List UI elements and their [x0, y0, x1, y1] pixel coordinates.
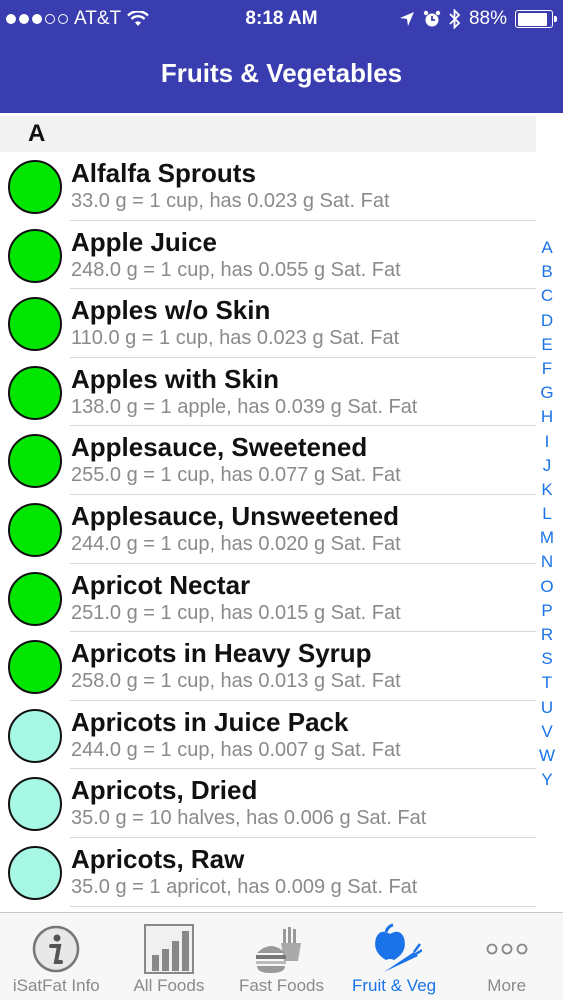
food-detail: 110.0 g = 1 cup, has 0.023 g Sat. Fat	[71, 327, 400, 350]
food-name: Apricot Nectar	[71, 569, 251, 600]
sat-fat-indicator-icon	[8, 434, 62, 489]
sat-fat-indicator-icon	[8, 228, 62, 283]
food-detail: 33.0 g = 1 cup, has 0.023 g Sat. Fat	[71, 190, 390, 212]
battery-percent: 88%	[468, 8, 507, 29]
food-name: Apricots in Heavy Syrup	[71, 638, 372, 669]
index-letter[interactable]: F	[542, 357, 552, 381]
tab-label: iSatFat Info	[12, 976, 100, 995]
tab-all-foods[interactable]: All Foods	[113, 913, 226, 1000]
food-name: Apricots in Juice Pack	[71, 706, 349, 737]
list-item[interactable]: Apples w/o Skin 110.0 g = 1 cup, has 0.02…	[0, 289, 536, 358]
list-item[interactable]: Apricots in Juice Pack 244.0 g = 1 cup, h…	[0, 701, 536, 770]
index-letter[interactable]: O	[540, 575, 553, 599]
index-letter[interactable]: E	[541, 333, 552, 357]
bar-chart-icon	[143, 924, 194, 974]
sat-fat-indicator-icon	[8, 297, 62, 352]
index-letter[interactable]: D	[541, 309, 553, 333]
sat-fat-indicator-icon	[8, 365, 62, 420]
index-letter[interactable]: T	[542, 671, 552, 695]
index-letter[interactable]: M	[540, 526, 554, 550]
list-item[interactable]: Apricots, Raw 35.0 g = 1 apricot, has 0.0…	[0, 838, 536, 907]
sat-fat-indicator-icon	[8, 160, 62, 214]
index-letter[interactable]: A	[541, 236, 552, 260]
food-list: Alfalfa Sprouts 33.0 g = 1 cup, has 0.023…	[0, 152, 536, 907]
alarm-clock-icon	[423, 10, 441, 27]
index-letter[interactable]: C	[541, 284, 553, 308]
food-name: Applesauce, Sweetened	[71, 432, 368, 463]
tab-label: More	[487, 976, 527, 995]
location-arrow-icon	[399, 12, 414, 26]
index-letter[interactable]: B	[541, 260, 552, 284]
index-letter[interactable]: W	[539, 744, 555, 768]
index-letter[interactable]: Y	[541, 768, 552, 792]
list-item[interactable]: Apple Juice 248.0 g = 1 cup, has 0.055 g …	[0, 221, 536, 290]
index-letter[interactable]: U	[541, 696, 553, 720]
list-item[interactable]: Apricot Nectar 251.0 g = 1 cup, has 0.015…	[0, 564, 536, 633]
sat-fat-indicator-icon	[8, 571, 62, 626]
index-letter[interactable]: L	[542, 502, 551, 526]
tab-isatfat-info[interactable]: iSatFat Info	[0, 913, 113, 1000]
food-detail: 35.0 g = 1 apricot, has 0.009 g Sat. Fat	[71, 875, 418, 898]
status-bar: AT&T 8:18 AM 88%	[0, 0, 563, 38]
tab-bar: iSatFat Info All Foods Fast Foods Fruit …	[0, 912, 563, 1000]
sat-fat-indicator-icon	[8, 777, 62, 832]
food-detail: 244.0 g = 1 cup, has 0.007 g Sat. Fat	[71, 738, 401, 761]
food-detail: 138.0 g = 1 apple, has 0.039 g Sat. Fat	[71, 395, 418, 418]
index-letter[interactable]: I	[545, 430, 550, 454]
food-detail: 251.0 g = 1 cup, has 0.015 g Sat. Fat	[71, 601, 401, 624]
food-detail: 248.0 g = 1 cup, has 0.055 g Sat. Fat	[71, 258, 401, 281]
tab-more[interactable]: More	[450, 913, 563, 1000]
index-letter[interactable]: S	[541, 647, 552, 671]
tab-label: All Foods	[133, 976, 205, 995]
sat-fat-indicator-icon	[8, 502, 62, 557]
tab-fast-foods[interactable]: Fast Foods	[225, 913, 338, 1000]
nav-header: AT&T 8:18 AM 88% Fruits & Vegetables	[0, 0, 563, 113]
food-name: Alfalfa Sprouts	[71, 158, 256, 188]
info-icon	[33, 925, 80, 973]
food-detail: 258.0 g = 1 cup, has 0.013 g Sat. Fat	[71, 670, 401, 693]
index-letter[interactable]: V	[541, 720, 552, 744]
index-letter[interactable]: R	[541, 623, 553, 647]
tab-fruit-veg[interactable]: Fruit & Veg	[338, 913, 451, 1000]
list-item[interactable]: Apricots in Heavy Syrup 258.0 g = 1 cup, …	[0, 632, 536, 701]
apple-carrot-icon	[375, 923, 423, 972]
page-title: Fruits & Vegetables	[160, 58, 403, 88]
food-name: Apples with Skin	[71, 363, 280, 394]
section-index[interactable]: ABCDEFGHIJKLMNOPRSTUVWY	[537, 236, 557, 792]
index-letter[interactable]: H	[541, 405, 553, 429]
list-item[interactable]: Apples with Skin 138.0 g = 1 apple, has 0…	[0, 358, 536, 427]
section-header-a: A	[0, 116, 536, 152]
food-name: Apples w/o Skin	[71, 295, 271, 326]
sat-fat-indicator-icon	[8, 640, 62, 695]
index-letter[interactable]: J	[543, 454, 552, 478]
battery-icon	[515, 10, 557, 28]
burger-fries-icon	[256, 927, 302, 973]
tab-label: Fast Foods	[238, 976, 324, 995]
bluetooth-icon	[449, 9, 461, 29]
sat-fat-indicator-icon	[8, 845, 62, 900]
sat-fat-indicator-icon	[8, 708, 62, 763]
list-item[interactable]: Applesauce, Unsweetened 244.0 g = 1 cup, …	[0, 495, 536, 564]
list-item[interactable]: Apricots, Dried 35.0 g = 10 halves, has 0…	[0, 769, 536, 838]
food-name: Apple Juice	[71, 226, 217, 257]
row-separator	[70, 905, 536, 907]
food-detail: 35.0 g = 10 halves, has 0.006 g Sat. Fat	[71, 807, 427, 830]
food-name: Apricots, Dried	[71, 775, 258, 806]
index-letter[interactable]: K	[541, 478, 552, 502]
index-letter[interactable]: G	[540, 381, 553, 405]
food-name: Apricots, Raw	[71, 843, 245, 874]
list-item[interactable]: Alfalfa Sprouts 33.0 g = 1 cup, has 0.023…	[0, 152, 536, 221]
list-item[interactable]: Applesauce, Sweetened 255.0 g = 1 cup, ha…	[0, 426, 536, 495]
food-name: Applesauce, Unsweetened	[71, 500, 399, 531]
more-icon	[486, 943, 528, 955]
food-detail: 255.0 g = 1 cup, has 0.077 g Sat. Fat	[71, 464, 401, 487]
food-detail: 244.0 g = 1 cup, has 0.020 g Sat. Fat	[71, 532, 401, 555]
index-letter[interactable]: P	[541, 599, 552, 623]
tab-label: Fruit & Veg	[352, 976, 437, 995]
index-letter[interactable]: N	[541, 550, 553, 574]
